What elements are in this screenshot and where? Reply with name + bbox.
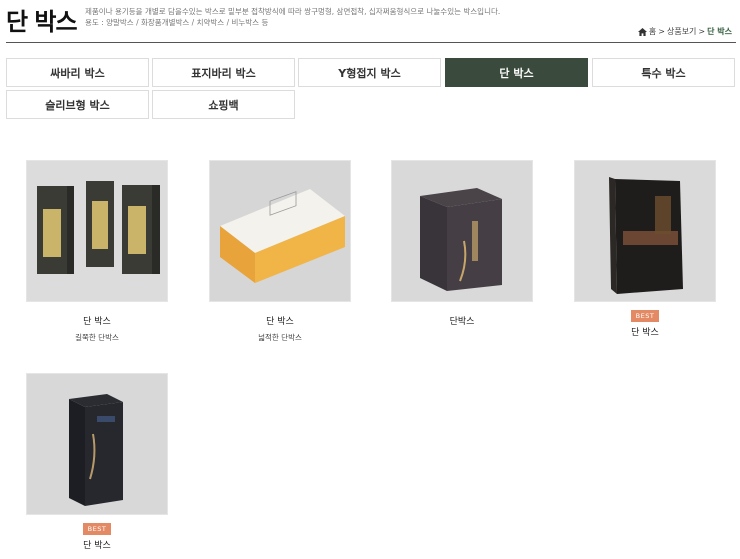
product-image[interactable] — [209, 160, 351, 302]
usage-line: 용도 : 양말박스 / 화장품개별박스 / 치약박스 / 비누박스 등 — [85, 18, 269, 27]
product-image[interactable] — [26, 373, 168, 515]
tab-dan-box[interactable]: 단 박스 — [445, 58, 588, 87]
tab-sleeve-box[interactable]: 슬리브형 박스 — [6, 90, 149, 119]
product-card[interactable]: BEST 단 박스 — [26, 373, 168, 551]
tab-ssabari-box[interactable]: 싸바리 박스 — [6, 58, 149, 87]
page-description: 제품이나 용기등을 개별로 담을수있는 박스로 밑부분 접착방식에 따라 쌍구멍… — [85, 6, 500, 28]
product-name[interactable]: 단 박스 — [26, 538, 168, 551]
description-line: 제품이나 용기등을 개별로 담을수있는 박스로 밑부분 접착방식에 따라 쌍구멍… — [85, 7, 501, 16]
best-badge: BEST — [82, 523, 112, 535]
breadcrumb-products[interactable]: 상품보기 — [667, 26, 696, 37]
product-card[interactable]: 단박스 — [391, 160, 533, 327]
product-subtitle: 넓적한 단박스 — [258, 333, 302, 342]
product-subtitle: 길쭉한 단박스 — [75, 333, 119, 342]
header-divider — [6, 42, 736, 43]
tab-special-box[interactable]: 특수 박스 — [592, 58, 735, 87]
breadcrumb-separator: > — [698, 27, 706, 36]
product-card[interactable]: BEST 단 박스 — [574, 160, 716, 338]
tab-shopping-bag[interactable]: 쇼핑백 — [152, 90, 295, 119]
product-card[interactable]: 단 박스 넓적한 단박스 — [209, 160, 351, 343]
tab-pyojibari-box[interactable]: 표지바리 박스 — [152, 58, 295, 87]
product-name[interactable]: 단 박스 — [26, 314, 168, 327]
page-header: 단 박스 제품이나 용기등을 개별로 담을수있는 박스로 밑부분 접착방식에 따… — [0, 0, 740, 44]
product-name[interactable]: 단박스 — [391, 314, 533, 327]
page-title: 단 박스 — [6, 8, 78, 36]
product-image[interactable] — [26, 160, 168, 302]
breadcrumb: 홈 > 상품보기 > 단 박스 — [637, 26, 732, 37]
product-image[interactable] — [574, 160, 716, 302]
product-name[interactable]: 단 박스 — [209, 314, 351, 327]
tab-y-fold-box[interactable]: Y형접지 박스 — [298, 58, 441, 87]
product-card[interactable]: 단 박스 길쭉한 단박스 — [26, 160, 168, 343]
breadcrumb-separator: > — [658, 27, 665, 36]
product-image[interactable] — [391, 160, 533, 302]
product-name[interactable]: 단 박스 — [574, 325, 716, 338]
breadcrumb-home[interactable]: 홈 — [649, 26, 656, 37]
breadcrumb-current[interactable]: 단 박스 — [707, 26, 732, 37]
best-badge: BEST — [630, 310, 660, 322]
home-icon[interactable] — [637, 27, 647, 36]
